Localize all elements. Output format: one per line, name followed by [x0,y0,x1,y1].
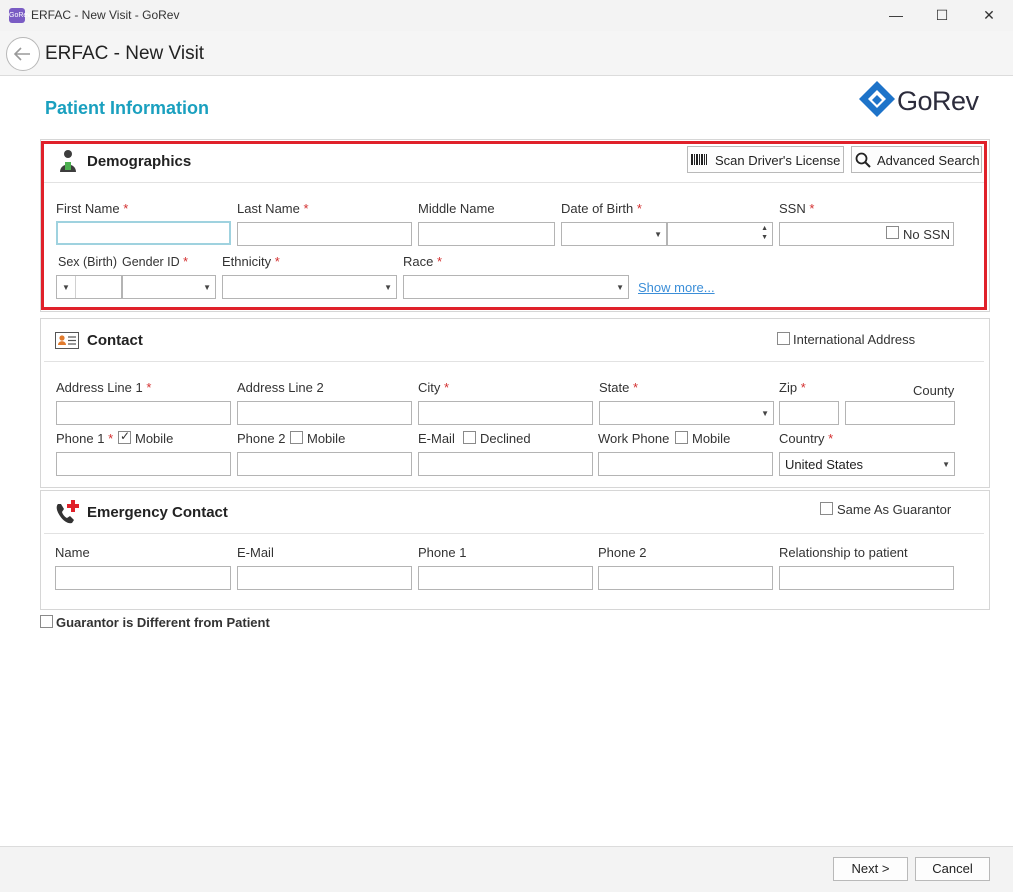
emergency-phone-icon [56,500,79,524]
cancel-button[interactable]: Cancel [915,857,990,881]
emergency-phone2-input[interactable] [598,566,773,590]
work-phone-mobile-label: Mobile [692,431,731,446]
state-select[interactable]: ▼ [599,401,774,425]
email-label: E-Mail [418,431,455,446]
emergency-phone1-input[interactable] [418,566,593,590]
work-phone-input[interactable] [598,452,773,476]
phone1-mobile-checkbox[interactable] [118,429,131,444]
international-address-checkbox[interactable] [777,332,790,345]
gorev-logo-icon [859,81,895,117]
chevron-down-icon: ▼ [761,409,769,418]
arrow-left-icon [13,47,30,61]
phone2-label: Phone 2 [237,431,286,446]
highlight-frame [41,141,987,310]
city-label: City * [418,380,450,395]
minimize-button[interactable]: — [873,0,919,31]
app-logo-icon: GoRev [9,8,31,23]
emergency-email-input[interactable] [237,566,412,590]
back-button[interactable] [6,37,40,71]
city-input[interactable] [418,401,593,425]
contact-title: Contact [87,332,143,349]
emergency-name-input[interactable] [55,566,231,590]
work-phone-mobile-checkbox[interactable] [675,431,688,444]
work-phone-label: Work Phone [598,431,670,446]
divider [44,533,984,534]
emergency-phone1-label: Phone 1 [418,545,467,560]
email-declined-label: Declined [480,431,531,446]
page-title: ERFAC - New Visit [45,43,205,64]
address-line1-label: Address Line 1 * [56,380,152,395]
county-input[interactable] [845,401,955,425]
zip-input[interactable] [779,401,839,425]
brand-name: GoRev [897,86,979,116]
close-window-button[interactable]: ✕ [966,0,1012,31]
address-line2-label: Address Line 2 [237,380,324,395]
chevron-down-icon: ▼ [942,460,950,469]
next-button[interactable]: Next > [833,857,908,881]
phone2-input[interactable] [237,452,412,476]
same-as-guarantor-label: Same As Guarantor [837,502,952,517]
phone1-mobile-label: Mobile [135,431,174,446]
emergency-phone2-label: Phone 2 [598,545,647,560]
guarantor-different-label: Guarantor is Different from Patient [56,615,270,630]
relationship-input[interactable] [779,566,954,590]
guarantor-different-checkbox[interactable] [40,615,53,628]
zip-label: Zip * [779,380,806,395]
country-value: United States [785,457,864,472]
contact-card-icon [55,332,79,349]
divider [44,361,984,362]
phone2-mobile-label: Mobile [307,431,346,446]
county-label: County [913,383,955,398]
address-line1-input[interactable] [56,401,231,425]
relationship-label: Relationship to patient [779,545,908,560]
emergency-email-label: E-Mail [237,545,274,560]
phone1-label: Phone 1 * [56,431,114,446]
email-input[interactable] [418,452,593,476]
country-select[interactable]: United States ▼ [779,452,955,476]
emergency-contact-title: Emergency Contact [87,504,228,521]
address-line2-input[interactable] [237,401,412,425]
email-declined-checkbox[interactable] [463,431,476,444]
state-label: State * [599,380,639,395]
emergency-name-label: Name [55,545,90,560]
phone2-mobile-checkbox[interactable] [290,431,303,444]
maximize-button[interactable]: ☐ [919,0,965,31]
phone1-input[interactable] [56,452,231,476]
section-title: Patient Information [45,98,210,118]
same-as-guarantor-checkbox[interactable] [820,502,833,515]
international-address-label: International Address [793,332,916,347]
window-title: ERFAC - New Visit - GoRev [31,8,180,22]
country-label: Country * [779,431,834,446]
